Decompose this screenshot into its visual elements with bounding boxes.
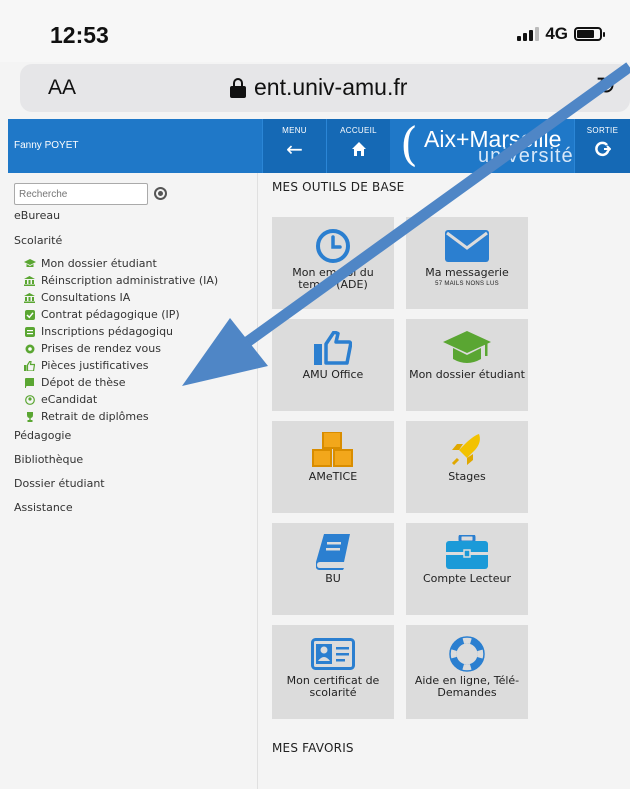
sidebar-item-label: Mon dossier étudiant <box>41 257 157 270</box>
status-bar: 12:53 4G <box>0 0 630 62</box>
tile-bu[interactable]: BU <box>272 523 394 615</box>
network-label: 4G <box>545 24 568 43</box>
tile-label: Compte Lecteur <box>422 572 511 585</box>
logo-line2: université <box>478 145 574 167</box>
tile-label: Ma messagerie <box>425 266 509 279</box>
tile-aide-en-ligne[interactable]: Aide en ligne, Télé-Demandes <box>406 625 528 719</box>
nav-assistance[interactable]: Assistance <box>14 501 73 514</box>
logout-icon <box>575 137 630 162</box>
graduation-cap-icon <box>406 331 528 365</box>
envelope-icon <box>406 229 528 263</box>
tile-stages[interactable]: Stages <box>406 421 528 513</box>
user-name: Fanny POYET <box>14 140 79 151</box>
sidebar-item-label: Pièces justificatives <box>41 359 149 372</box>
tile-label: Mon certificat de scolarité <box>286 674 380 699</box>
sidebar-item-consultations[interactable]: Consultations IA <box>24 291 130 304</box>
tile-label: BU <box>325 572 341 585</box>
sidebar-item-label: Dépot de thèse <box>41 376 126 389</box>
search-input[interactable] <box>14 183 148 205</box>
sidebar-item-label: Prises de rendez vous <box>41 342 161 355</box>
book-icon <box>24 377 35 388</box>
sidebar-item-label: Réinscription administrative (IA) <box>41 274 219 287</box>
battery-icon <box>574 27 605 41</box>
tile-dossier-etudiant[interactable]: Mon dossier étudiant <box>406 319 528 411</box>
sidebar-item-depot-these[interactable]: Dépot de thèse <box>24 376 126 389</box>
menu-button[interactable]: MENU ← <box>262 119 326 173</box>
lock-icon <box>230 77 246 98</box>
sidebar-item-retrait-diplomes[interactable]: Retrait de diplômes <box>24 410 149 423</box>
sidebar-item-label: Retrait de diplômes <box>41 410 149 423</box>
tile-label: AMU Office <box>302 368 364 381</box>
nav-scolarite[interactable]: Scolarité <box>14 234 62 247</box>
nav-pedagogie[interactable]: Pédagogie <box>14 429 71 442</box>
home-button[interactable]: ACCUEIL <box>326 119 390 173</box>
main-content: MES OUTILS DE BASE Mon emploi du temps (… <box>258 173 630 789</box>
check-square-icon <box>24 309 35 320</box>
tile-messagerie[interactable]: Ma messagerie 57 MAILS NONS LUS <box>406 217 528 309</box>
thumbs-up-icon <box>24 359 36 372</box>
tile-label: Mon dossier étudiant <box>409 368 525 381</box>
sidebar-item-rendez-vous[interactable]: Prises de rendez vous <box>24 342 161 355</box>
university-logo[interactable]: ( Aix+Marseille université <box>400 117 573 171</box>
book-icon <box>272 534 394 570</box>
sidebar-item-mon-dossier[interactable]: Mon dossier étudiant <box>24 257 157 270</box>
section-title-favoris: MES FAVORIS <box>272 741 354 755</box>
nav-bibliotheque[interactable]: Bibliothèque <box>14 453 83 466</box>
url-text: ent.univ-amu.fr <box>254 74 408 100</box>
logo-bracket: ( <box>400 117 418 171</box>
tile-label: Mon emploi du temps (ADE) <box>292 266 374 291</box>
sidebar-item-ecandidat[interactable]: eCandidat <box>24 393 97 406</box>
nav-ebureau[interactable]: eBureau <box>14 209 60 222</box>
institution-icon <box>24 275 35 286</box>
signal-icon <box>517 27 540 41</box>
sidebar-item-reinscription[interactable]: Réinscription administrative (IA) <box>24 274 218 287</box>
lifebuoy-icon <box>406 636 528 672</box>
user-circle-icon <box>24 394 35 405</box>
tile-amu-office[interactable]: AMU Office <box>272 319 394 411</box>
tile-label: Aide en ligne, Télé-Demandes <box>414 674 520 699</box>
unread-count: 57 MAILS NONS LUS <box>435 281 499 287</box>
sidebar-item-label: Inscriptions pédagogiqu <box>41 325 174 338</box>
status-time: 12:53 <box>50 22 109 48</box>
address-field[interactable]: ent.univ-amu.fr <box>230 74 407 101</box>
tile-label: AMeTICE <box>308 470 358 483</box>
search-submit-icon[interactable] <box>154 187 167 200</box>
tile-emploi-du-temps[interactable]: Mon emploi du temps (ADE) <box>272 217 394 309</box>
tile-label: Stages <box>448 470 486 483</box>
section-title-outils: MES OUTILS DE BASE <box>272 180 405 194</box>
cubes-icon <box>272 432 394 467</box>
sidebar-item-inscriptions[interactable]: Inscriptions pédagogiqu <box>24 325 173 338</box>
tile-ametice[interactable]: AMeTICE <box>272 421 394 513</box>
home-icon <box>327 137 390 162</box>
sidebar: eBureau Scolarité Mon dossier étudiant R… <box>8 173 258 789</box>
sidebar-item-pieces-justificatives[interactable]: Pièces justificatives <box>24 359 148 372</box>
institution-icon <box>24 292 35 303</box>
tile-compte-lecteur[interactable]: Compte Lecteur <box>406 523 528 615</box>
text-size-button[interactable]: AA <box>48 76 76 100</box>
sidebar-item-label: Consultations IA <box>41 291 131 304</box>
reload-icon[interactable]: ↻ <box>596 72 616 100</box>
trophy-icon <box>24 411 35 422</box>
briefcase-icon <box>406 535 528 569</box>
tile-certificat-scolarite[interactable]: Mon certificat de scolarité <box>272 625 394 719</box>
rocket-icon <box>406 433 528 467</box>
sidebar-item-label: Contrat pédagogique (IP) <box>41 308 180 321</box>
thumbs-up-icon <box>272 331 394 365</box>
id-card-icon <box>272 637 394 671</box>
home-label: ACCUEIL <box>340 126 377 135</box>
circle-icon <box>24 344 35 354</box>
url-bar[interactable]: AA ent.univ-amu.fr ↻ <box>20 64 630 112</box>
site-header: Fanny POYET MENU ← ACCUEIL ( Aix+Marseil… <box>8 117 630 173</box>
graduation-cap-icon <box>24 258 36 269</box>
clock-icon <box>272 229 394 263</box>
status-indicators: 4G <box>517 24 605 44</box>
nav-dossier-etudiant[interactable]: Dossier étudiant <box>14 477 105 490</box>
sidebar-item-contrat[interactable]: Contrat pédagogique (IP) <box>24 308 180 321</box>
arrow-left-icon: ← <box>286 137 303 161</box>
sidebar-item-label: eCandidat <box>41 393 98 406</box>
exit-label: SORTIE <box>586 126 619 135</box>
menu-label: MENU <box>282 126 307 135</box>
list-icon <box>24 326 35 337</box>
exit-button[interactable]: SORTIE <box>574 119 630 173</box>
